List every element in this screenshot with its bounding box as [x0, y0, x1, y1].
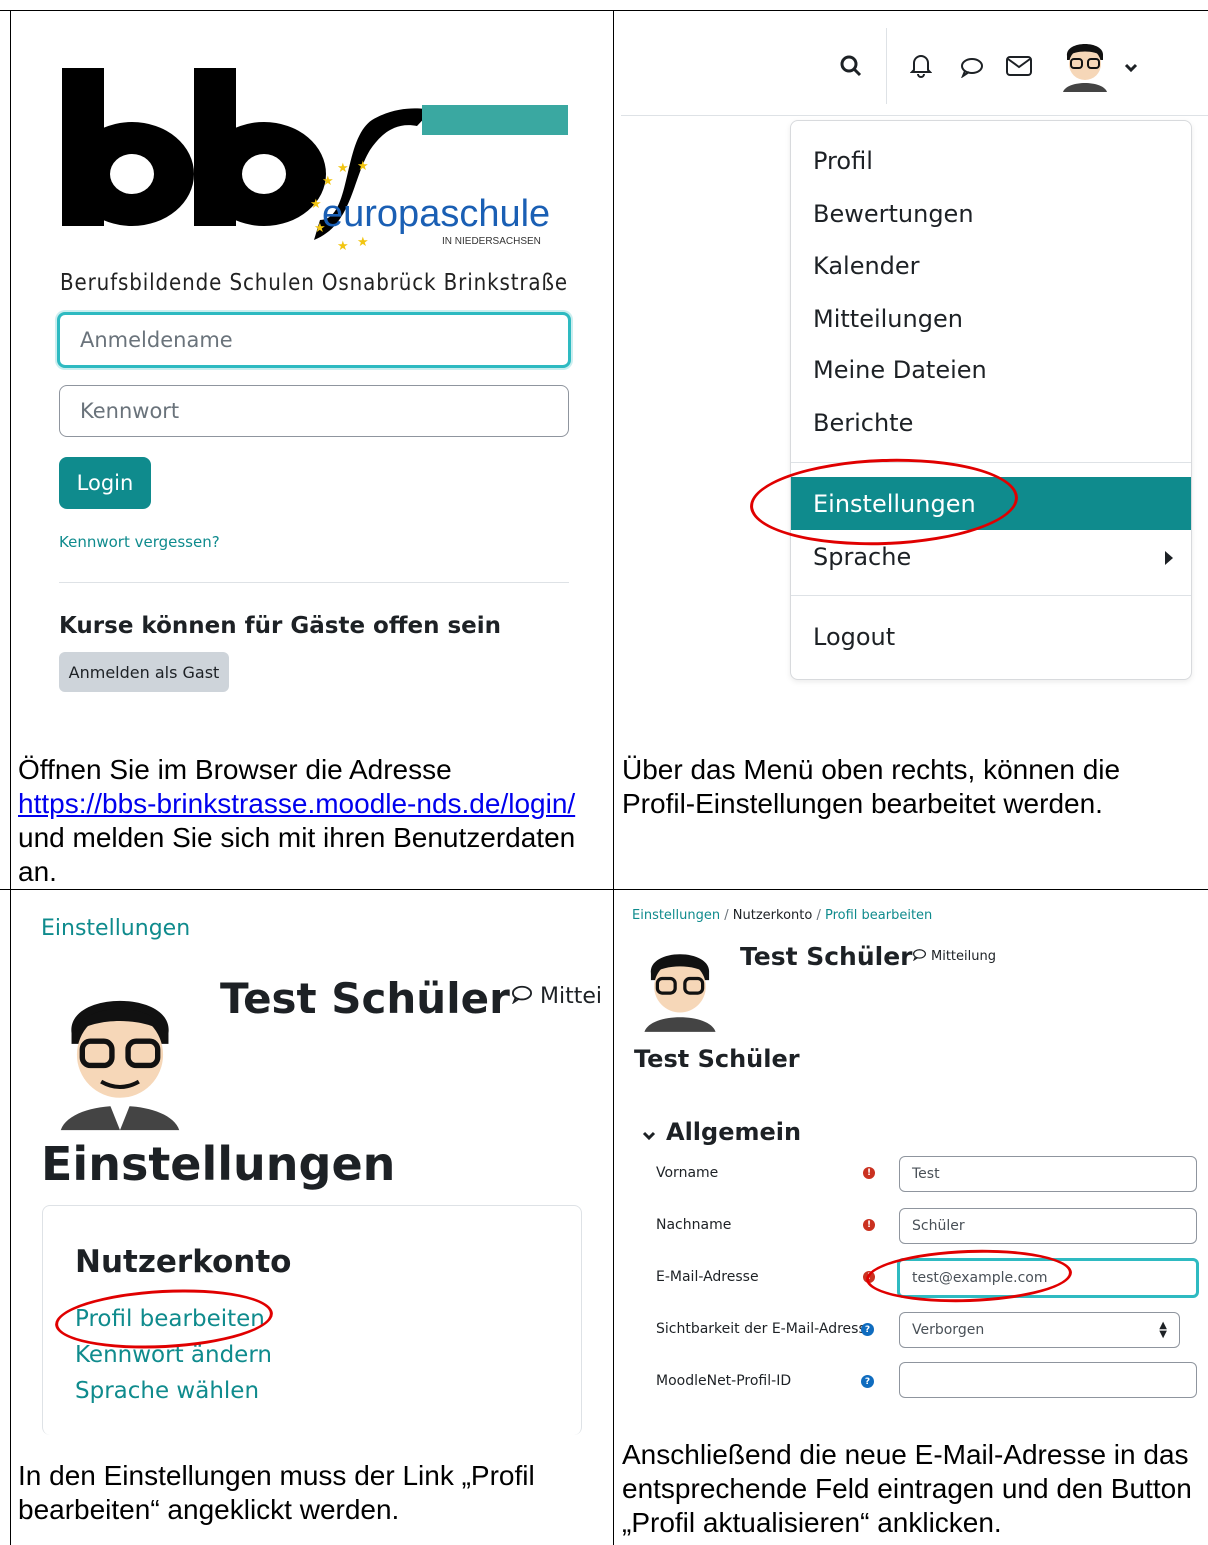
user-dropdown-menu: Profil Bewertungen Kalender Mitteilungen… [790, 120, 1192, 680]
section-title: Allgemein [666, 1118, 802, 1146]
logo-tagline: Berufsbildende Schulen Osnabrück Brinkst… [60, 270, 568, 296]
caption-step2: Über das Menü oben rechts, können die Pr… [622, 754, 1121, 819]
svg-text:★: ★ [357, 235, 369, 250]
envelope-icon[interactable] [1006, 56, 1032, 80]
email-visibility-select[interactable]: Verborgen ▲ ▼ [899, 1312, 1180, 1348]
menu-item-profile[interactable]: Profil [813, 147, 873, 175]
guest-heading: Kurse können für Gäste offen sein [59, 613, 502, 639]
help-icon[interactable]: ? [861, 1375, 874, 1388]
top-navbar [621, 20, 1208, 116]
bbs-logo: ★ ★ ★ ★ ★ ★ ★ europaschule IN NIEDERSACHSEN B… [52, 50, 572, 300]
login-url-link[interactable]: https://bbs-brinkstrasse.moodle-nds.de/l… [18, 788, 575, 819]
login-button[interactable]: Login [59, 457, 151, 509]
menu-divider [791, 595, 1191, 596]
profile-name: Test Schüler [740, 942, 913, 971]
menu-item-logout[interactable]: Logout [813, 623, 895, 651]
menu-item-language[interactable]: Sprache [813, 543, 1173, 571]
caret-right-icon [1165, 551, 1173, 565]
username-input[interactable]: Anmeldename [57, 312, 571, 368]
table-border-top [0, 10, 1208, 11]
caption-step1: Öffnen Sie im Browser die Adresse https:… [18, 753, 608, 889]
message-button-label: Mitteilung [931, 949, 996, 964]
label-moodlenet-id: MoodleNet-Profil-ID [656, 1373, 792, 1389]
navbar-divider [886, 28, 887, 104]
search-icon[interactable] [839, 54, 863, 82]
svg-text:★: ★ [337, 161, 349, 176]
breadcrumb-item-edit-profile[interactable]: Profil bearbeiten [825, 908, 932, 923]
chat-icon[interactable] [960, 56, 984, 82]
svg-text:★: ★ [310, 197, 322, 212]
logo-wordmark: europaschule [322, 193, 550, 235]
breadcrumb-separator: / [816, 908, 825, 923]
breadcrumb[interactable]: Einstellungen [41, 916, 190, 941]
select-arrows-icon: ▲ ▼ [1159, 1320, 1167, 1340]
breadcrumb-separator: / [724, 908, 733, 923]
profile-name: Test Schüler [220, 974, 510, 1023]
chat-icon [912, 948, 927, 965]
avatar [638, 937, 722, 1037]
menu-item-calendar[interactable]: Kalender [813, 252, 920, 280]
caption-step1-pre: Öffnen Sie im Browser die Adresse [18, 754, 452, 785]
message-button[interactable]: Mittei [510, 984, 602, 1010]
table-border-left [10, 10, 11, 1545]
caption-step3: In den Einstellungen muss der Link „Prof… [18, 1460, 535, 1525]
forgot-password-link[interactable]: Kennwort vergessen? [59, 533, 220, 551]
label-email: E-Mail-Adresse [656, 1269, 759, 1285]
logo-subline: IN NIEDERSACHSEN [442, 236, 541, 247]
bell-icon[interactable] [909, 52, 933, 82]
instruction-sheet: ★ ★ ★ ★ ★ ★ ★ europaschule IN NIEDERSACHSEN B… [0, 0, 1208, 1545]
required-icon: ! [863, 1167, 875, 1179]
breadcrumb: Einstellungen / Nutzerkonto / Profil bea… [632, 908, 932, 923]
message-button[interactable]: Mitteilung [912, 948, 996, 965]
page-title: Einstellungen [41, 1137, 396, 1191]
caption-step1-post: und melden Sie sich mit ihren Benutzerda… [18, 822, 576, 887]
svg-text:★: ★ [357, 159, 369, 174]
password-input[interactable]: Kennwort [59, 385, 569, 437]
menu-item-messages[interactable]: Mitteilungen [813, 305, 963, 333]
chevron-down-icon [642, 1119, 656, 1147]
breadcrumb-item-settings[interactable]: Einstellungen [632, 908, 720, 923]
lastname-field[interactable]: Schüler [899, 1208, 1197, 1244]
username-placeholder: Anmeldename [80, 328, 233, 352]
svg-text:★: ★ [337, 239, 349, 254]
email-visibility-value: Verborgen [912, 1322, 985, 1338]
table-border-middle [0, 889, 1208, 890]
caption-step4: Anschließend die neue E-Mail-Adresse in … [622, 1439, 1192, 1538]
svg-text:★: ★ [322, 174, 334, 189]
page-subtitle: Test Schüler [634, 1045, 800, 1073]
required-icon: ! [863, 1219, 875, 1231]
card-title: Nutzerkonto [75, 1244, 292, 1280]
section-toggle-general[interactable]: Allgemein [642, 1118, 801, 1147]
firstname-field[interactable]: Test [899, 1156, 1197, 1192]
message-button-label: Mittei [540, 984, 602, 1009]
menu-item-reports[interactable]: Berichte [813, 409, 913, 437]
label-email-visibility: Sichtbarkeit der E-Mail-Adresse [656, 1321, 875, 1337]
help-icon[interactable]: ? [861, 1323, 874, 1336]
avatar[interactable] [1059, 34, 1111, 96]
chat-icon [510, 984, 534, 1010]
link-choose-language[interactable]: Sprache wählen [75, 1378, 259, 1404]
chevron-down-icon[interactable] [1124, 58, 1138, 77]
table-border-center [613, 10, 614, 1545]
menu-item-files[interactable]: Meine Dateien [813, 356, 987, 384]
label-lastname: Nachname [656, 1217, 732, 1233]
password-placeholder: Kennwort [80, 399, 180, 423]
label-firstname: Vorname [656, 1165, 719, 1181]
moodlenet-id-field[interactable] [899, 1362, 1197, 1398]
breadcrumb-item-account[interactable]: Nutzerkonto [733, 908, 813, 923]
menu-item-grades[interactable]: Bewertungen [813, 200, 974, 228]
guest-login-button[interactable]: Anmelden als Gast [59, 652, 229, 692]
avatar [50, 972, 190, 1136]
login-divider [59, 582, 569, 583]
menu-item-language-label: Sprache [813, 543, 912, 571]
